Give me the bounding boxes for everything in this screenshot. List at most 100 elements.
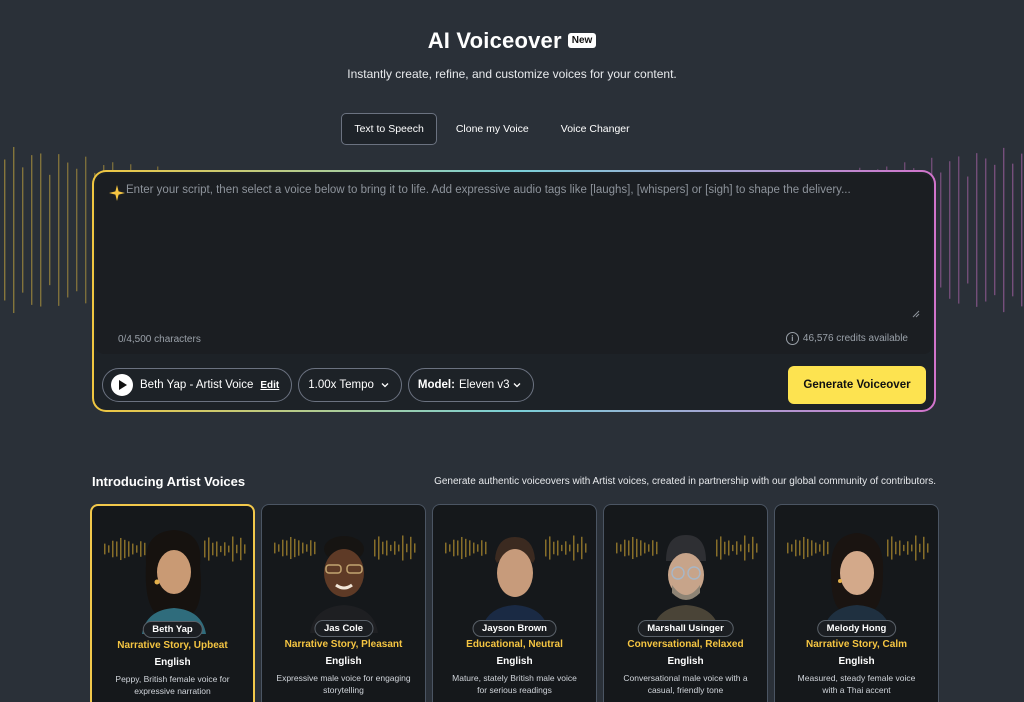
voice-card-melody-hong[interactable]: Melody Hong Narrative Story, Calm Englis… bbox=[774, 504, 939, 702]
waveform-bar bbox=[581, 536, 583, 560]
waveform-bar bbox=[240, 537, 242, 561]
waveform-bar bbox=[386, 540, 388, 556]
avatar bbox=[481, 537, 549, 633]
voice-description: Expressive male voice for engaging story… bbox=[276, 673, 411, 695]
waveform-bar bbox=[585, 543, 587, 553]
script-input[interactable] bbox=[126, 184, 918, 314]
waveform-bar bbox=[561, 544, 563, 552]
tab-clone-my-voice[interactable]: Clone my Voice bbox=[443, 113, 542, 145]
waveform-bar bbox=[740, 544, 742, 552]
background-bar bbox=[994, 164, 996, 296]
waveform-bar bbox=[394, 541, 396, 555]
background-bar bbox=[22, 167, 24, 293]
waveform-bar bbox=[286, 540, 288, 556]
background-bar bbox=[1012, 163, 1014, 297]
waveform-bar bbox=[573, 535, 575, 561]
voice-name: Melody Hong bbox=[816, 620, 897, 637]
waveform-bar bbox=[116, 541, 118, 557]
waveform-bar bbox=[787, 542, 789, 554]
voice-controls: Beth Yap - Artist Voice Edit 1.00x Tempo… bbox=[102, 368, 535, 402]
tempo-dropdown[interactable]: 1.00x Tempo bbox=[298, 368, 402, 402]
info-icon[interactable]: i bbox=[785, 332, 799, 345]
background-bar bbox=[85, 156, 87, 304]
generate-voiceover-button[interactable]: Generate Voiceover bbox=[788, 366, 926, 404]
waveform-bar bbox=[752, 536, 754, 560]
background-bar bbox=[967, 176, 969, 284]
play-icon[interactable] bbox=[111, 374, 133, 396]
voice-card-jayson-brown[interactable]: Jayson Brown Educational, Neutral Englis… bbox=[432, 504, 597, 702]
waveform-bar bbox=[565, 541, 567, 555]
voice-description: Measured, steady female voice with a Tha… bbox=[797, 673, 916, 695]
waveform-bar bbox=[791, 544, 793, 552]
waveform-bar bbox=[232, 536, 234, 562]
voice-card-marshall-usinger[interactable]: Marshall Usinger Conversational, Relaxed… bbox=[603, 504, 768, 702]
waveform-bar bbox=[628, 540, 630, 556]
voice-description: Conversational male voice with a casual,… bbox=[623, 673, 748, 695]
waveform-bar bbox=[899, 540, 901, 556]
tab-text-to-speech[interactable]: Text to Speech bbox=[341, 113, 437, 145]
waveform-bar bbox=[624, 539, 626, 557]
waveform-bar bbox=[461, 536, 463, 560]
voice-selector[interactable]: Beth Yap - Artist Voice Edit bbox=[102, 368, 293, 402]
waveform-bar bbox=[748, 543, 750, 553]
avatar bbox=[652, 535, 720, 633]
voice-description: Mature, stately British male voice for s… bbox=[452, 673, 577, 695]
waveform-bar bbox=[636, 538, 638, 558]
waveform-bar bbox=[457, 540, 459, 556]
chevron-down-icon bbox=[381, 383, 389, 388]
voice-card-jas-cole[interactable]: Jas Cole Narrative Story, Pleasant Engli… bbox=[261, 504, 426, 702]
section-title: Introducing Artist Voices bbox=[92, 474, 246, 489]
waveform-bar bbox=[120, 537, 122, 561]
background-bar bbox=[49, 174, 51, 286]
waveform-bar bbox=[795, 539, 797, 557]
hero: AI Voiceover New Instantly create, refin… bbox=[0, 28, 1024, 81]
background-bar bbox=[976, 153, 978, 307]
tab-voice-changer[interactable]: Voice Changer bbox=[548, 113, 643, 145]
waveform-bar bbox=[811, 540, 813, 556]
voice-card-beth-yap[interactable]: Beth Yap Narrative Story, Upbeat English… bbox=[90, 504, 255, 702]
sparkle-icon bbox=[109, 185, 125, 201]
resize-handle-icon[interactable] bbox=[912, 310, 920, 318]
page-subtitle: Instantly create, refine, and customize … bbox=[347, 67, 677, 81]
waveform-bar bbox=[298, 540, 300, 556]
background-bar bbox=[940, 172, 942, 288]
selected-voice-label: Beth Yap - Artist Voice bbox=[140, 379, 254, 391]
waveform-bar bbox=[465, 538, 467, 558]
mode-tabs: Text to Speech Clone my Voice Voice Chan… bbox=[0, 113, 1024, 145]
waveform-bar bbox=[736, 541, 738, 555]
waveform-bar bbox=[616, 542, 618, 554]
voice-name: Beth Yap bbox=[142, 621, 203, 638]
page-title: AI Voiceover bbox=[427, 28, 562, 53]
waveform-bar bbox=[927, 543, 929, 553]
model-dropdown[interactable]: Model: Eleven v3 bbox=[407, 368, 535, 402]
waveform-bar bbox=[919, 543, 921, 553]
voice-language: English bbox=[154, 657, 191, 668]
artist-voices-header: Introducing Artist Voices Generate authe… bbox=[92, 474, 936, 489]
waveform-bar bbox=[108, 545, 110, 553]
waveform-bar bbox=[915, 535, 917, 561]
waveform-bar bbox=[577, 543, 579, 553]
model-value: Eleven v3 bbox=[458, 379, 510, 391]
background-bar bbox=[1003, 147, 1005, 313]
avatar bbox=[823, 533, 891, 633]
voice-language: English bbox=[325, 656, 362, 667]
background-bar bbox=[985, 158, 987, 302]
waveform-bar bbox=[414, 543, 416, 553]
waveform-bar bbox=[236, 544, 238, 554]
waveform-bar bbox=[807, 538, 809, 558]
voice-language: English bbox=[838, 656, 875, 667]
avatar bbox=[142, 530, 206, 634]
waveform-bar bbox=[216, 541, 218, 557]
waveform-bar bbox=[756, 543, 758, 553]
waveform-bar bbox=[410, 536, 412, 560]
edit-voice-link[interactable]: Edit bbox=[260, 380, 279, 391]
waveform-bar bbox=[398, 544, 400, 552]
waveform-bar bbox=[907, 541, 909, 555]
new-badge: New bbox=[567, 32, 597, 48]
waveform-bar bbox=[732, 544, 734, 552]
waveform-bar bbox=[278, 544, 280, 552]
background-bar bbox=[958, 156, 960, 304]
voice-cards: Beth Yap Narrative Story, Upbeat English… bbox=[90, 504, 939, 702]
voice-language: English bbox=[496, 656, 533, 667]
character-count: 0/4,500 characters bbox=[118, 334, 201, 345]
